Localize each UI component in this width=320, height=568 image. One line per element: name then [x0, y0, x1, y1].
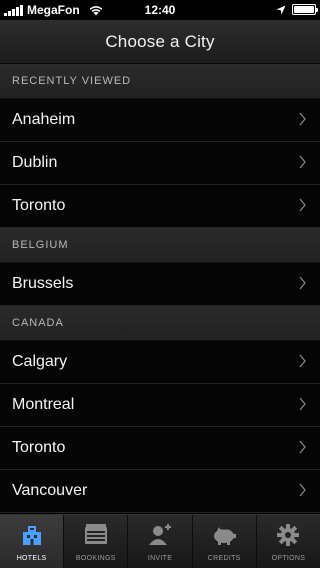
city-name: Dublin: [12, 154, 58, 171]
tab-label: BOOKINGS: [75, 555, 116, 562]
chevron-right-icon: [299, 483, 306, 497]
city-name: Vancouver: [12, 482, 88, 499]
invite-icon: [149, 524, 171, 545]
city-row[interactable]: Vancouver: [0, 470, 320, 513]
city-row[interactable]: Dublin: [0, 142, 320, 185]
city-row[interactable]: Anaheim: [0, 99, 320, 142]
chevron-right-icon: [299, 354, 306, 368]
page-title: Choose a City: [105, 32, 215, 51]
tab-label: OPTIONS: [271, 555, 306, 562]
city-name: Calgary: [12, 353, 68, 370]
chevron-right-icon: [299, 397, 306, 411]
tab-bookings[interactable]: BOOKINGS: [64, 515, 129, 568]
city-row[interactable]: Toronto: [0, 427, 320, 470]
tab-invite[interactable]: INVITE: [128, 515, 193, 568]
city-row[interactable]: Montreal: [0, 384, 320, 427]
tab-options[interactable]: OPTIONS: [256, 515, 320, 568]
tab-hotels[interactable]: HOTELS: [0, 515, 65, 568]
clock: 12:40: [144, 3, 176, 17]
city-name: Anaheim: [12, 111, 76, 128]
tab-bar: HOTELS BOOKINGS INVITE CREDITS OPTIONS: [0, 514, 320, 568]
chevron-right-icon: [299, 198, 306, 212]
bookings-icon: [84, 524, 107, 544]
chevron-right-icon: [299, 276, 306, 290]
tab-label: CREDITS: [207, 555, 241, 562]
section-header: BELGIUM: [0, 228, 320, 263]
status-bar: MegaFon 12:40: [0, 0, 320, 20]
piggy-bank-icon: [214, 527, 237, 545]
section-header: RECENTLY VIEWED: [0, 64, 320, 99]
status-right: [276, 4, 318, 15]
city-row[interactable]: Toronto: [0, 185, 320, 228]
city-row[interactable]: Brussels: [0, 263, 320, 306]
gear-icon: [277, 524, 300, 546]
city-name: Toronto: [12, 197, 66, 214]
city-list[interactable]: RECENTLY VIEWED Anaheim Dublin Toronto BELGI…: [0, 64, 320, 513]
city-row[interactable]: Calgary: [0, 341, 320, 384]
navigation-bar: Choose a City: [0, 20, 320, 64]
hotel-icon: [22, 526, 41, 545]
location-arrow-icon: [276, 5, 286, 14]
chevron-right-icon: [299, 155, 306, 169]
city-name: Montreal: [12, 396, 75, 413]
battery-icon: [292, 4, 318, 15]
chevron-right-icon: [299, 440, 306, 454]
chevron-right-icon: [299, 112, 306, 126]
city-name: Brussels: [12, 275, 74, 292]
city-name: Toronto: [12, 439, 66, 456]
section-header: CANADA: [0, 306, 320, 341]
tab-label: HOTELS: [16, 555, 47, 562]
tab-label: INVITE: [147, 555, 173, 562]
tab-credits[interactable]: CREDITS: [192, 515, 257, 568]
